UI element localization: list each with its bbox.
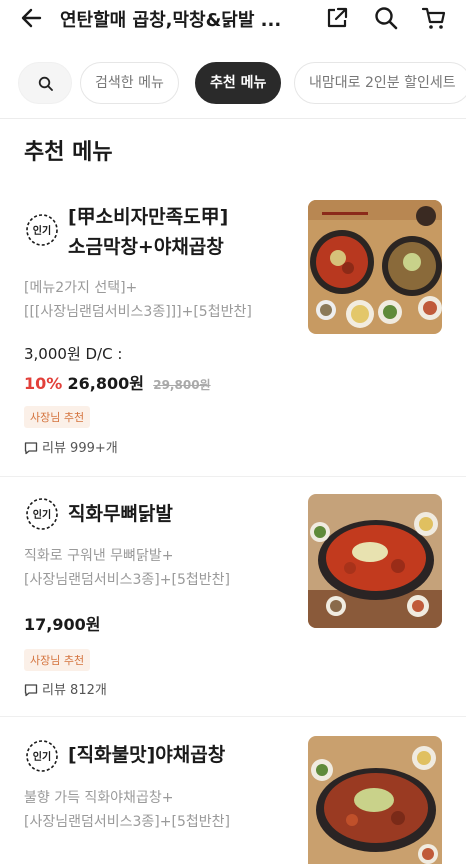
menu-item-description: 직화로 구워낸 무뼈닭발+ [사장님랜덤서비스3종]+[5첩반찬] <box>24 544 294 592</box>
popular-badge-icon: 인기 <box>26 498 58 530</box>
discount-rate: 10% <box>24 374 63 393</box>
menu-item-name: [甲소비자만족도甲] 소금막창+야채곱창 <box>68 202 298 262</box>
chip-search[interactable] <box>18 62 72 104</box>
owner-recommend-tag: 사장님 추천 <box>24 649 91 671</box>
search-icon <box>38 76 53 91</box>
comment-icon <box>24 442 38 455</box>
back-arrow-icon[interactable] <box>18 4 46 32</box>
menu-item-photo[interactable] <box>308 200 442 334</box>
owner-recommend-tag: 사장님 추천 <box>24 406 91 428</box>
review-count: 리뷰 999+개 <box>24 437 118 456</box>
menu-item-name-line1: [甲소비자만족도甲] <box>68 206 229 228</box>
top-app-bar: 연탄할매 곱창,막창&닭발 ... <box>0 0 466 40</box>
menu-item-name-line1: [직화불맛]야채곱창 <box>68 744 226 766</box>
popular-badge-icon: 인기 <box>26 214 58 246</box>
comment-icon <box>24 684 38 697</box>
review-text: 리뷰 999+개 <box>42 441 118 456</box>
menu-item-photo[interactable] <box>308 494 442 628</box>
price-row: 10% 26,800원 29,800원 <box>24 370 211 394</box>
item-divider <box>0 716 466 717</box>
menu-category-chips: 검색한 메뉴 추천 메뉴 내맘대로 2인분 할인세트 <box>0 62 466 106</box>
food-photo-image <box>308 736 442 864</box>
svg-text:인기: 인기 <box>33 508 51 521</box>
chip-set-discount[interactable]: 내맘대로 2인분 할인세트 <box>294 62 466 104</box>
price: 26,800원 <box>67 374 144 393</box>
menu-item-desc-line1: 직화로 구워낸 무뼈닭발+ <box>24 548 174 564</box>
price: 17,900원 <box>24 615 101 634</box>
menu-item-desc-line2: [사장님랜덤서비스3종]+[5첩반찬] <box>24 814 230 830</box>
cart-icon[interactable] <box>421 5 447 31</box>
price-note: 3,000원 D/C : <box>24 345 123 363</box>
chip-recommended-menu[interactable]: 추천 메뉴 <box>195 62 282 104</box>
menu-item-description: 불향 가득 직화야채곱창+ [사장님랜덤서비스3종]+[5첩반찬] <box>24 786 294 834</box>
menu-item-name-line1: 직화무뼈닭발 <box>68 503 173 525</box>
svg-text:인기: 인기 <box>33 224 51 237</box>
review-text: 리뷰 812개 <box>42 683 107 698</box>
menu-item-desc-line1: [메뉴2가지 선택]+ <box>24 280 138 296</box>
menu-item-photo[interactable] <box>308 736 442 864</box>
menu-item-desc-line2: [[[사장님랜덤서비스3종]]]+[5첩반찬] <box>24 304 252 320</box>
review-count: 리뷰 812개 <box>24 679 107 698</box>
page-title: 연탄할매 곱창,막창&닭발 ... <box>60 10 282 31</box>
item-divider <box>0 476 466 477</box>
svg-text:인기: 인기 <box>33 750 51 763</box>
divider <box>0 118 466 119</box>
menu-item-name-line2: 소금막창+야채곱창 <box>68 236 224 258</box>
food-photo-image <box>308 200 442 334</box>
original-price: 29,800원 <box>153 378 211 392</box>
menu-item-name: [직화불맛]야채곱창 <box>68 740 298 770</box>
search-icon[interactable] <box>373 5 399 31</box>
chip-searched-menu[interactable]: 검색한 메뉴 <box>80 62 179 104</box>
food-photo-image <box>308 494 442 628</box>
menu-item-description: [메뉴2가지 선택]+ [[[사장님랜덤서비스3종]]]+[5첩반찬] <box>24 276 294 324</box>
popular-badge-icon: 인기 <box>26 740 58 772</box>
menu-item-desc-line2: [사장님랜덤서비스3종]+[5첩반찬] <box>24 572 230 588</box>
menu-item-name: 직화무뼈닭발 <box>68 499 298 529</box>
menu-item-desc-line1: 불향 가득 직화야채곱창+ <box>24 790 174 806</box>
section-title: 추천 메뉴 <box>24 140 113 165</box>
price-row: 17,900원 <box>24 611 100 635</box>
share-icon[interactable] <box>324 5 350 31</box>
